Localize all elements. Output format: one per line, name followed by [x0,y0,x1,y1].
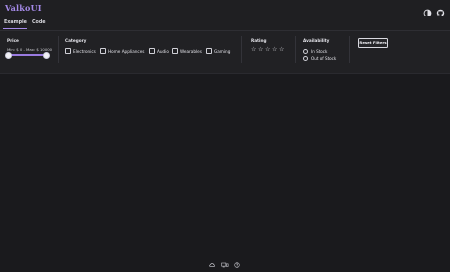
star-icon[interactable]: ☆ [258,46,263,53]
cloud-icon[interactable] [209,262,215,268]
divider [241,36,242,63]
category-title: Category [65,38,87,43]
contrast-icon[interactable] [423,3,432,18]
divider [349,36,350,63]
rating-title: Rating [251,38,267,43]
checkbox-label-gaming: Gaming [214,48,231,54]
star-icon[interactable]: ☆ [251,46,256,53]
star-icon[interactable]: ☆ [265,46,270,53]
radio-out-of-stock[interactable] [303,56,308,61]
price-slider-min-thumb[interactable] [5,52,12,59]
price-slider-track[interactable] [8,54,47,56]
star-icon[interactable]: ☆ [272,46,277,53]
main-content-area [0,74,450,272]
availability-title: Availability [303,38,330,43]
checkbox-label-electronics: Electronics [73,48,96,54]
device-icon[interactable] [221,262,229,268]
price-slider-max-thumb[interactable] [43,52,50,59]
top-bar: ValkoUI [0,0,450,18]
help-icon[interactable] [234,262,240,268]
radio-label-out-of-stock: Out of Stock [311,56,337,61]
checkbox-home-appliances[interactable] [100,48,106,54]
radio-label-in-stock: In Stock [311,49,328,54]
app-logo[interactable]: ValkoUI [5,3,42,13]
checkbox-audio[interactable] [149,48,155,54]
checkbox-label-audio: Audio [157,48,169,54]
divider [295,36,296,63]
radio-in-stock[interactable] [303,49,308,54]
tab-example[interactable]: Example [4,20,27,25]
tab-code[interactable]: Code [32,20,46,25]
github-icon[interactable] [436,3,445,17]
price-title: Price [7,38,19,43]
reset-filters-button[interactable]: Reset Filters [358,38,388,48]
checkbox-label-wearables: Wearables [180,48,202,54]
star-icon[interactable]: ☆ [279,46,284,53]
checkbox-label-home-appliances: Home Appliances [108,48,145,54]
checkbox-wearables[interactable] [172,48,178,54]
checkbox-gaming[interactable] [206,48,212,54]
checkbox-electronics[interactable] [65,48,71,54]
tab-bar: Example Code [0,16,450,31]
divider [58,36,59,63]
active-tab-indicator [3,28,27,29]
